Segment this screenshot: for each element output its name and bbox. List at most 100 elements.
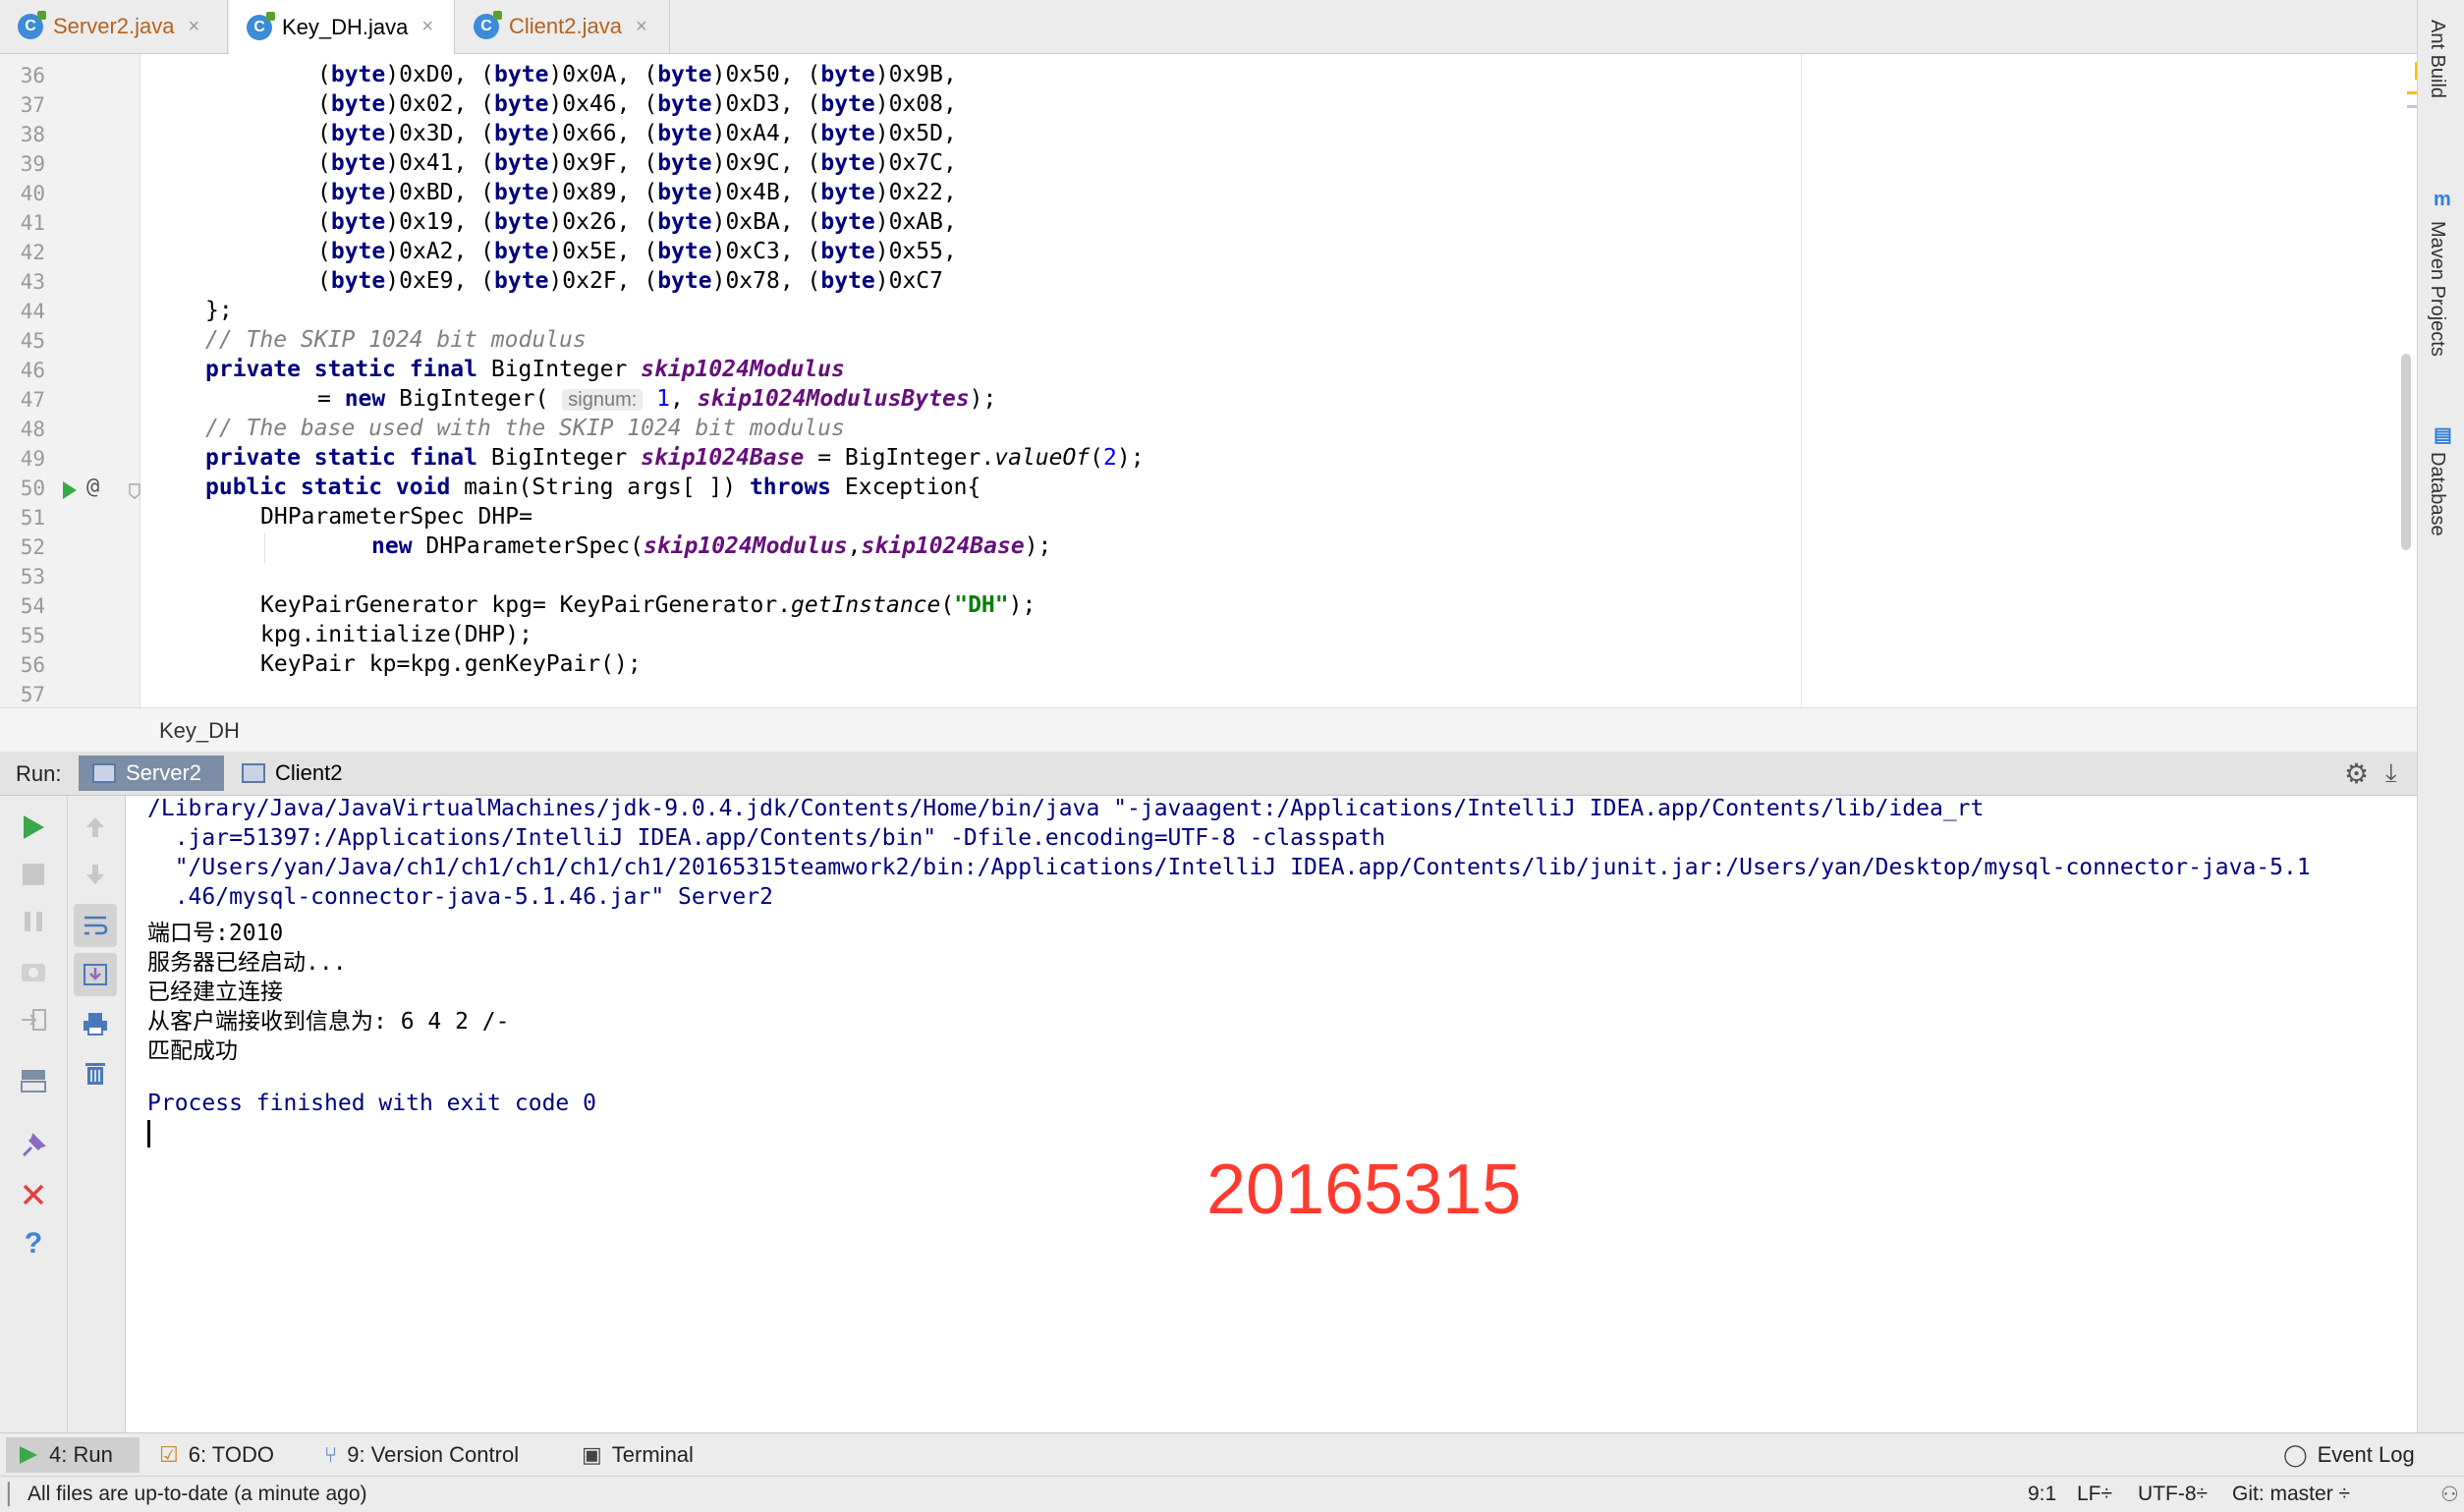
- stop-icon: [23, 864, 44, 885]
- run-gutter-icon[interactable]: [61, 479, 79, 501]
- tool-run[interactable]: 4: Run: [6, 1437, 140, 1473]
- tab-key-dh[interactable]: C Key_DH.java ×: [229, 0, 455, 54]
- console-line: 服务器已经启动...: [147, 950, 347, 976]
- status-message: All files are up-to-date (a minute ago): [28, 1483, 367, 1505]
- dump-threads-button[interactable]: [14, 951, 53, 990]
- console-line: 从客户端接收到信息为: 6 4 2 /-: [147, 1009, 510, 1035]
- rerun-button[interactable]: [14, 808, 53, 847]
- pin-tab-button[interactable]: [14, 1126, 53, 1165]
- line-separator[interactable]: LF÷: [2077, 1483, 2112, 1506]
- editor-scrollbar-thumb[interactable]: [2401, 354, 2411, 550]
- print-button[interactable]: [76, 1004, 115, 1043]
- line-number: 44: [20, 300, 45, 323]
- tool-terminal[interactable]: ▣ Terminal: [570, 1437, 717, 1473]
- run-label: Run:: [16, 761, 62, 786]
- console-output[interactable]: /Library/Java/JavaVirtualMachines/jdk-9.…: [126, 796, 2417, 1432]
- code-line-37: (byte)0x02, (byte)0x46, (byte)0xD3, (byt…: [317, 91, 957, 117]
- console-line: .46/mysql-connector-java-5.1.46.jar" Ser…: [147, 884, 773, 910]
- code-line-44: };: [205, 298, 233, 323]
- text-caret: [147, 1120, 150, 1148]
- code-line-48: // The base used with the SKIP 1024 bit …: [205, 416, 845, 441]
- code-line-43: (byte)0xE9, (byte)0x2F, (byte)0x78, (byt…: [317, 268, 944, 294]
- line-number: 51: [20, 506, 45, 530]
- git-branch[interactable]: Git: master ÷: [2232, 1483, 2350, 1506]
- fold-icon[interactable]: [128, 482, 141, 500]
- tool-label: 6: TODO: [188, 1442, 274, 1467]
- todo-icon: ☑: [159, 1442, 179, 1467]
- ant-build-tool[interactable]: Ant Build: [2426, 20, 2448, 98]
- gear-icon[interactable]: ⚙: [2344, 757, 2369, 790]
- line-number: 52: [20, 535, 45, 559]
- close-icon[interactable]: ×: [189, 16, 200, 38]
- run-tab-client2[interactable]: Client2: [228, 756, 365, 791]
- code-line-40: (byte)0xBD, (byte)0x89, (byte)0x4B, (byt…: [317, 180, 957, 205]
- run-tab-server2[interactable]: Server2: [79, 756, 224, 791]
- tool-event-log[interactable]: ◯ Event Log: [2271, 1437, 2429, 1473]
- close-icon[interactable]: ×: [421, 16, 433, 38]
- close-icon[interactable]: ×: [636, 16, 647, 38]
- editor-blank-area[interactable]: [1802, 54, 2429, 707]
- code-line-42: (byte)0xA2, (byte)0x5E, (byte)0xC3, (byt…: [317, 239, 957, 264]
- scroll-up-button[interactable]: [76, 808, 115, 847]
- exit-icon: [22, 1009, 46, 1031]
- right-tool-strip: Ant Build m Maven Projects ▤ Database: [2417, 0, 2464, 1444]
- tool-version-control[interactable]: ⑂ 9: Version Control: [312, 1437, 548, 1473]
- scroll-to-end-button[interactable]: [74, 953, 117, 996]
- line-number: 42: [20, 241, 45, 264]
- code-line-47: = new BigInteger( signum: 1, skip1024Mod…: [317, 386, 997, 412]
- help-button[interactable]: ?: [14, 1224, 53, 1263]
- soft-wrap-icon: [84, 916, 108, 935]
- code-line-38: (byte)0x3D, (byte)0x66, (byte)0xA4, (byt…: [317, 121, 957, 146]
- line-number: 49: [20, 447, 45, 471]
- memory-indicator-icon[interactable]: ⚇: [2440, 1483, 2459, 1507]
- line-number: 41: [20, 211, 45, 235]
- restore-layout-button[interactable]: [14, 1061, 53, 1100]
- line-number: 47: [20, 388, 45, 412]
- close-run-button[interactable]: [14, 1175, 53, 1214]
- indent-guide: [264, 533, 265, 563]
- scroll-end-icon: [84, 964, 107, 985]
- code-line-39: (byte)0x41, (byte)0x9F, (byte)0x9C, (byt…: [317, 150, 957, 176]
- run-tab-label: Client2: [275, 760, 343, 785]
- run-tab-label: Server2: [126, 760, 202, 785]
- line-number: 38: [20, 123, 45, 146]
- line-number: 55: [20, 624, 45, 647]
- code-line-45: // The SKIP 1024 bit modulus: [205, 327, 587, 353]
- status-toggle-icon[interactable]: ▏: [8, 1483, 24, 1507]
- code-line-54: KeyPairGenerator kpg= KeyPairGenerator.g…: [260, 592, 1036, 618]
- caret-position[interactable]: 9:1: [2028, 1483, 2056, 1506]
- code-line-49: private static final BigInteger skip1024…: [205, 445, 1145, 471]
- tool-label: Terminal: [611, 1442, 694, 1467]
- line-number: 50: [20, 476, 45, 500]
- tool-todo[interactable]: ☑ 6: TODO: [147, 1437, 295, 1473]
- line-number: 43: [20, 270, 45, 294]
- hide-panel-icon[interactable]: ⤓: [2385, 757, 2397, 789]
- pause-button[interactable]: [14, 902, 53, 941]
- console-icon: [92, 763, 116, 783]
- tab-server2[interactable]: C Server2.java ×: [0, 0, 228, 53]
- editor-tab-bar: C Server2.java × C Key_DH.java × C Clien…: [0, 0, 2417, 54]
- soft-wrap-button[interactable]: [74, 904, 117, 947]
- watermark-text: 20165315: [1206, 1150, 1522, 1229]
- breadcrumb-item[interactable]: Key_DH: [159, 718, 240, 744]
- code-line-36: (byte)0xD0, (byte)0x0A, (byte)0x50, (byt…: [317, 62, 957, 87]
- tab-client2[interactable]: C Client2.java ×: [456, 0, 670, 53]
- tab-label: Server2.java: [53, 14, 175, 38]
- java-class-icon: C: [247, 11, 275, 40]
- stop-button[interactable]: [14, 855, 53, 894]
- console-line: 匹配成功: [147, 1038, 238, 1064]
- code-line-41: (byte)0x19, (byte)0x26, (byte)0xBA, (byt…: [317, 209, 957, 235]
- exit-button[interactable]: [14, 1000, 53, 1039]
- scroll-down-button[interactable]: [76, 855, 115, 894]
- database-icon: ▤: [2434, 424, 2452, 446]
- database-tool[interactable]: Database: [2426, 452, 2448, 536]
- file-encoding[interactable]: UTF-8÷: [2138, 1483, 2208, 1506]
- line-number: 40: [20, 182, 45, 205]
- print-icon: [84, 1013, 107, 1036]
- code-editor[interactable]: (byte)0xD0, (byte)0x0A, (byte)0x50, (byt…: [140, 54, 1801, 707]
- bottom-tool-bar: 4: Run ☑ 6: TODO ⑂ 9: Version Control ▣ …: [0, 1432, 2464, 1477]
- maven-projects-tool[interactable]: Maven Projects: [2426, 221, 2448, 357]
- run-panel-header: Run: Server2 Client2 ⚙ ⤓: [0, 752, 2417, 796]
- clear-all-button[interactable]: [76, 1053, 115, 1092]
- arrow-up-icon: [86, 817, 104, 837]
